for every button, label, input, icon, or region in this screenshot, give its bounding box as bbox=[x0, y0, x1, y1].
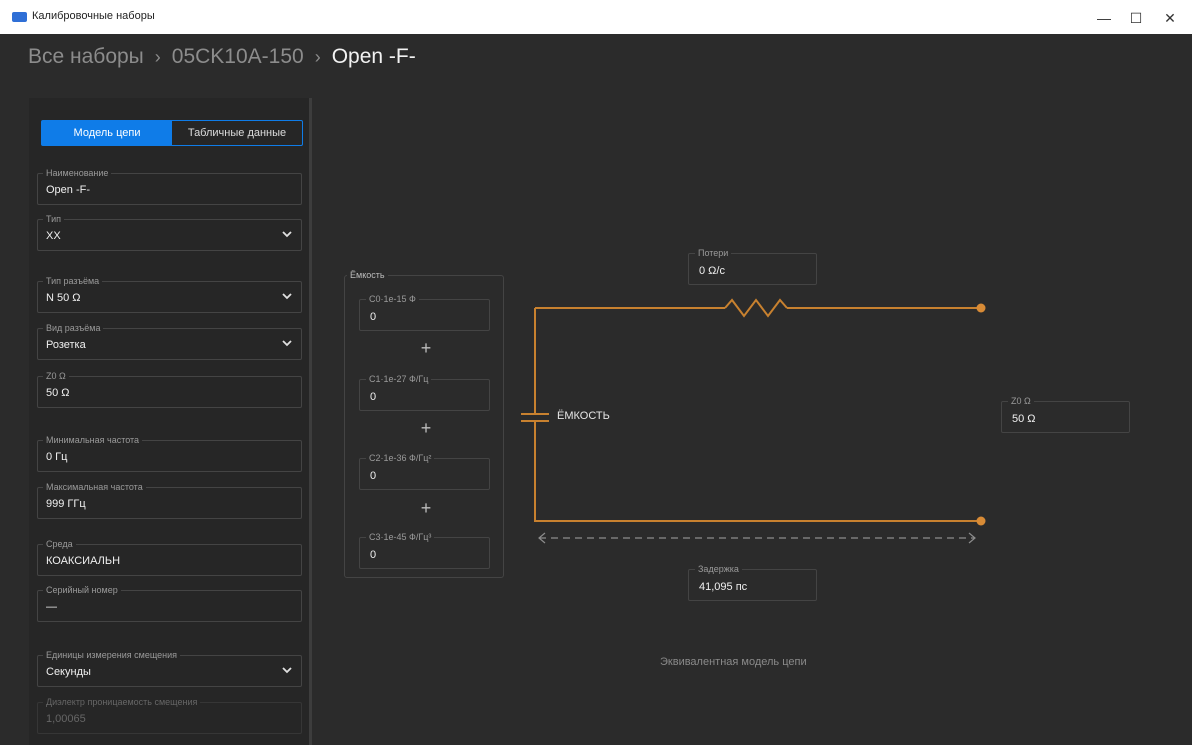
delay-value: 41,095 пс bbox=[699, 581, 748, 593]
dielectric-value: 1,00065 bbox=[46, 713, 86, 725]
tab-table-data[interactable]: Табличные данные bbox=[172, 121, 302, 145]
chevron-down-icon bbox=[282, 231, 292, 238]
connector-kind-select[interactable]: Вид разъёма Розетка bbox=[37, 323, 302, 360]
c2-value: 0 bbox=[370, 470, 377, 482]
c0-field[interactable]: C0·1e-15 Ф 0 bbox=[359, 294, 490, 331]
resistor-symbol bbox=[724, 298, 788, 318]
c0-value: 0 bbox=[370, 311, 377, 323]
c3-field[interactable]: C3·1e-45 Ф/Гц³ 0 bbox=[359, 532, 490, 569]
serial-number-label: Серийный номер bbox=[43, 585, 121, 595]
breadcrumb: Все наборы › 05CK10A-150 › Open -F- bbox=[28, 45, 416, 69]
loss-label: Потери bbox=[695, 248, 732, 258]
max-frequency-value: 999 ГГц bbox=[46, 498, 86, 510]
plus-icon: + bbox=[420, 418, 432, 438]
breadcrumb-current: Open -F- bbox=[331, 45, 416, 68]
c3-label: C3·1e-45 Ф/Гц³ bbox=[366, 532, 435, 542]
z0-field[interactable]: Z0 Ω 50 Ω bbox=[37, 371, 302, 408]
port-z0-value: 50 Ω bbox=[1012, 413, 1036, 425]
name-label: Наименование bbox=[43, 168, 112, 178]
plus-icon: + bbox=[420, 498, 432, 518]
serial-number-value: — bbox=[46, 601, 57, 613]
left-wire-lower bbox=[534, 421, 981, 522]
offset-units-label: Единицы измерения смещения bbox=[43, 650, 181, 660]
capacitor-label: ЁМКОСТЬ bbox=[557, 410, 610, 422]
type-value: XX bbox=[46, 230, 61, 242]
breadcrumb-kit[interactable]: 05CK10A-150 bbox=[172, 45, 304, 68]
c2-label: C2·1e-36 Ф/Гц² bbox=[366, 453, 435, 463]
properties-panel: Модель цепи Табличные данные Наименовани… bbox=[29, 98, 311, 745]
c1-label: C1·1e-27 Ф/Гц bbox=[366, 374, 432, 384]
connector-type-value: N 50 Ω bbox=[46, 292, 81, 304]
min-frequency-field[interactable]: Минимальная частота 0 Гц bbox=[37, 435, 302, 472]
connector-kind-label: Вид разъёма bbox=[43, 323, 104, 333]
port-z0-field[interactable]: Z0 Ω 50 Ω bbox=[1001, 396, 1130, 433]
name-value: Open -F- bbox=[46, 184, 91, 196]
medium-field[interactable]: Среда КОАКСИАЛЬН bbox=[37, 539, 302, 576]
min-frequency-value: 0 Гц bbox=[46, 451, 68, 463]
offset-units-select[interactable]: Единицы измерения смещения Секунды bbox=[37, 650, 302, 687]
type-select[interactable]: Тип XX bbox=[37, 214, 302, 251]
z0-label: Z0 Ω bbox=[43, 371, 69, 381]
loss-field[interactable]: Потери 0 Ω/с bbox=[688, 248, 817, 285]
z0-value: 50 Ω bbox=[46, 387, 70, 399]
medium-value: КОАКСИАЛЬН bbox=[46, 555, 121, 567]
close-button[interactable]: ✕ bbox=[1156, 8, 1184, 28]
c0-label: C0·1e-15 Ф bbox=[366, 294, 419, 304]
tab-circuit-model[interactable]: Модель цепи bbox=[42, 121, 172, 145]
c3-value: 0 bbox=[370, 549, 377, 561]
chevron-down-icon bbox=[282, 340, 292, 347]
view-tabs: Модель цепи Табличные данные bbox=[41, 120, 303, 146]
maximize-button[interactable]: ☐ bbox=[1122, 8, 1150, 28]
port-terminal-top bbox=[976, 303, 986, 313]
delay-label: Задержка bbox=[695, 564, 742, 574]
app-icon bbox=[12, 12, 27, 22]
port-terminal-bottom bbox=[976, 516, 986, 526]
breadcrumb-all-sets[interactable]: Все наборы bbox=[28, 45, 144, 68]
max-frequency-label: Максимальная частота bbox=[43, 482, 146, 492]
window-titlebar: Калибровочные наборы — ☐ ✕ bbox=[0, 0, 1192, 34]
capacitance-group: Ёмкость C0·1e-15 Ф 0 + C1·1e-27 Ф/Гц 0 +… bbox=[344, 270, 504, 578]
dielectric-field: Диэлектр проницаемость смещения 1,00065 bbox=[37, 697, 302, 734]
serial-number-field[interactable]: Серийный номер — bbox=[37, 585, 302, 622]
chevron-down-icon bbox=[282, 667, 292, 674]
delay-arrow bbox=[538, 532, 976, 544]
connector-type-label: Тип разъёма bbox=[43, 276, 103, 286]
loss-value: 0 Ω/с bbox=[699, 265, 725, 277]
offset-units-value: Секунды bbox=[46, 666, 91, 678]
name-field[interactable]: Наименование Open -F- bbox=[37, 168, 302, 205]
chevron-down-icon bbox=[282, 293, 292, 300]
c2-field[interactable]: C2·1e-36 Ф/Гц² 0 bbox=[359, 453, 490, 490]
dielectric-label: Диэлектр проницаемость смещения bbox=[43, 697, 201, 707]
delay-field[interactable]: Задержка 41,095 пс bbox=[688, 564, 817, 601]
window-title: Калибровочные наборы bbox=[32, 10, 155, 22]
panel-divider[interactable] bbox=[309, 98, 312, 745]
connector-type-select[interactable]: Тип разъёма N 50 Ω bbox=[37, 276, 302, 313]
c1-value: 0 bbox=[370, 391, 377, 403]
c1-field[interactable]: C1·1e-27 Ф/Гц 0 bbox=[359, 374, 490, 411]
circuit-caption: Эквивалентная модель цепи bbox=[660, 656, 807, 668]
port-z0-label: Z0 Ω bbox=[1008, 396, 1034, 406]
type-label: Тип bbox=[43, 214, 65, 224]
max-frequency-field[interactable]: Максимальная частота 999 ГГц bbox=[37, 482, 302, 519]
medium-label: Среда bbox=[43, 539, 76, 549]
minimize-button[interactable]: — bbox=[1090, 8, 1118, 28]
capacitance-title: Ёмкость bbox=[347, 270, 388, 280]
breadcrumb-separator: › bbox=[314, 47, 321, 67]
plus-icon: + bbox=[420, 338, 432, 358]
breadcrumb-separator: › bbox=[154, 47, 161, 67]
connector-kind-value: Розетка bbox=[46, 339, 86, 351]
min-frequency-label: Минимальная частота bbox=[43, 435, 143, 445]
